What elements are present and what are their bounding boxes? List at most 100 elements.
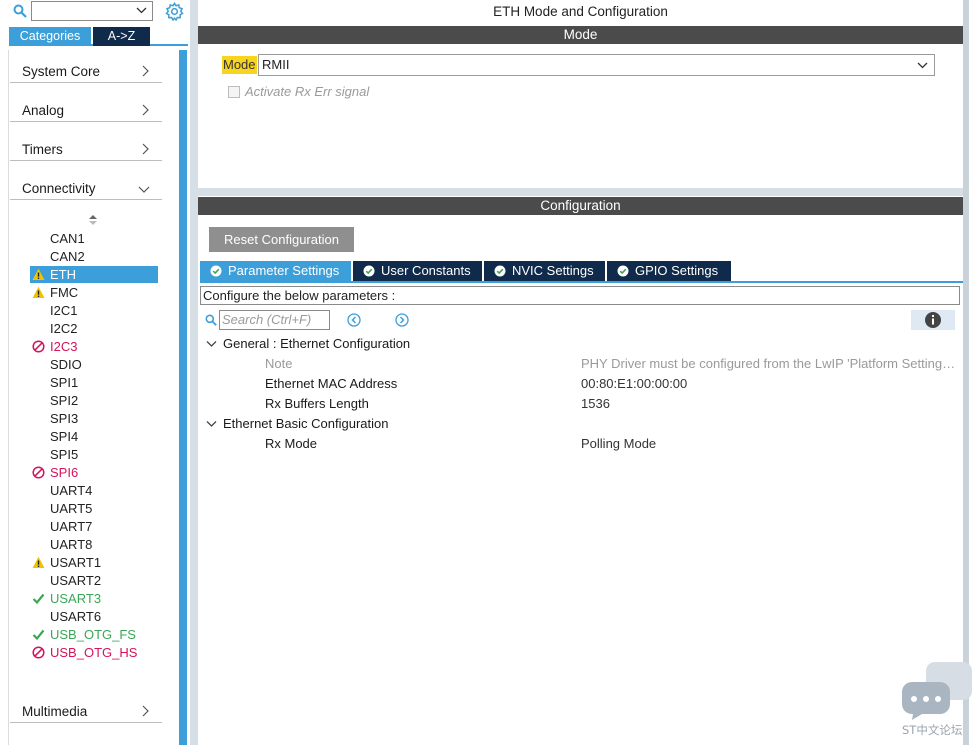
chevron-down-icon bbox=[917, 62, 928, 69]
peripheral-item-spi4[interactable]: SPI4 bbox=[30, 428, 158, 445]
peripheral-name: UART4 bbox=[50, 483, 93, 498]
check-icon bbox=[32, 629, 45, 641]
peripheral-item-can2[interactable]: CAN2 bbox=[30, 248, 158, 265]
peripheral-item-eth[interactable]: ETH bbox=[30, 266, 158, 283]
panel-splitter[interactable] bbox=[190, 0, 198, 745]
peripheral-item-uart5[interactable]: UART5 bbox=[30, 500, 158, 517]
param-name: Ethernet MAC Address bbox=[265, 376, 398, 391]
next-result-icon[interactable] bbox=[395, 313, 409, 327]
mode-section-header: Mode bbox=[198, 26, 963, 44]
rx-err-checkbox[interactable] bbox=[228, 86, 240, 98]
check-circle-icon bbox=[617, 265, 629, 277]
peripheral-item-i2c3[interactable]: I2C3 bbox=[30, 338, 158, 355]
param-value[interactable]: PHY Driver must be configured from the L… bbox=[581, 355, 956, 373]
info-button[interactable] bbox=[911, 310, 955, 330]
category-scrollbar[interactable] bbox=[179, 50, 187, 745]
chevron-down-icon bbox=[206, 421, 217, 427]
peripheral-name: SPI3 bbox=[50, 411, 79, 426]
section-splitter[interactable] bbox=[198, 188, 963, 196]
chevron-down-icon bbox=[138, 186, 150, 193]
param-name: Rx Mode bbox=[265, 436, 318, 451]
view-tab-bar: Categories A->Z bbox=[9, 27, 188, 46]
category-multimedia[interactable]: Multimedia bbox=[10, 701, 162, 723]
peripheral-item-uart7[interactable]: UART7 bbox=[30, 518, 158, 535]
peripheral-name: SPI5 bbox=[50, 447, 79, 462]
tab-parameter-settings[interactable]: Parameter Settings bbox=[200, 261, 351, 281]
peripheral-name: I2C2 bbox=[50, 321, 78, 336]
disabled-icon bbox=[32, 466, 45, 479]
gear-icon[interactable] bbox=[165, 2, 184, 21]
tab-nvic-settings[interactable]: NVIC Settings bbox=[484, 261, 605, 281]
category-analog[interactable]: Analog bbox=[10, 100, 162, 122]
peripheral-item-uart8[interactable]: UART8 bbox=[30, 536, 158, 553]
peripheral-item-usb_otg_hs[interactable]: USB_OTG_HS bbox=[30, 644, 158, 661]
peripheral-name: UART5 bbox=[50, 501, 93, 516]
category-label: Connectivity bbox=[22, 181, 96, 196]
peripheral-item-fmc[interactable]: FMC bbox=[30, 284, 158, 301]
peripheral-name: USB_OTG_HS bbox=[50, 645, 138, 660]
check-circle-icon bbox=[494, 265, 506, 277]
tab-label: Parameter Settings bbox=[228, 263, 340, 278]
previous-result-icon[interactable] bbox=[347, 313, 361, 327]
tab-label: GPIO Settings bbox=[635, 263, 719, 278]
disabled-icon bbox=[32, 340, 45, 353]
info-icon bbox=[925, 312, 941, 328]
chevron-right-icon bbox=[142, 143, 149, 155]
peripheral-item-usart1[interactable]: USART1 bbox=[30, 554, 158, 571]
check-circle-icon bbox=[210, 265, 222, 277]
configuration-section-header: Configuration bbox=[198, 197, 963, 215]
peripheral-item-spi6[interactable]: SPI6 bbox=[30, 464, 158, 481]
parameter-search-input[interactable]: Search (Ctrl+F) bbox=[219, 310, 330, 330]
peripheral-item-sdio[interactable]: SDIO bbox=[30, 356, 158, 373]
peripheral-item-usart2[interactable]: USART2 bbox=[30, 572, 158, 589]
peripheral-item-spi1[interactable]: SPI1 bbox=[30, 374, 158, 391]
param-value[interactable]: 00:80:E1:00:00:00 bbox=[581, 375, 687, 393]
param-value[interactable]: 1536 bbox=[581, 395, 610, 413]
peripheral-item-spi5[interactable]: SPI5 bbox=[30, 446, 158, 463]
tab-label: NVIC Settings bbox=[512, 263, 594, 278]
peripheral-name: SPI4 bbox=[50, 429, 79, 444]
chevron-down-icon bbox=[136, 7, 147, 14]
peripheral-name: USART3 bbox=[50, 591, 102, 606]
tab-gpio-settings[interactable]: GPIO Settings bbox=[607, 261, 731, 281]
search-combo[interactable] bbox=[31, 1, 153, 21]
peripheral-name: SPI2 bbox=[50, 393, 79, 408]
reset-configuration-button[interactable]: Reset Configuration bbox=[209, 227, 354, 252]
tab-categories[interactable]: Categories bbox=[9, 27, 91, 46]
mode-value: RMII bbox=[262, 57, 290, 72]
tab-user-constants[interactable]: User Constants bbox=[353, 261, 482, 281]
peripheral-item-i2c2[interactable]: I2C2 bbox=[30, 320, 158, 337]
config-panel: ETH Mode and Configuration Mode Mode RMI… bbox=[198, 0, 963, 745]
category-system-core[interactable]: System Core bbox=[10, 61, 162, 83]
search-icon[interactable] bbox=[205, 314, 217, 326]
category-label: Analog bbox=[22, 103, 65, 118]
disabled-icon bbox=[32, 646, 45, 659]
peripheral-name: I2C3 bbox=[50, 339, 78, 354]
peripheral-name: SDIO bbox=[50, 357, 82, 372]
peripheral-item-spi2[interactable]: SPI2 bbox=[30, 392, 158, 409]
peripheral-item-can1[interactable]: CAN1 bbox=[30, 230, 158, 247]
param-name: Note bbox=[265, 356, 293, 371]
peripheral-item-uart4[interactable]: UART4 bbox=[30, 482, 158, 499]
mode-select[interactable]: RMII bbox=[258, 54, 935, 76]
peripheral-name: USART1 bbox=[50, 555, 102, 570]
peripheral-name: UART8 bbox=[50, 537, 93, 552]
peripheral-item-i2c1[interactable]: I2C1 bbox=[30, 302, 158, 319]
peripheral-name: UART7 bbox=[50, 519, 93, 534]
search-icon[interactable] bbox=[13, 4, 27, 18]
peripheral-item-usart6[interactable]: USART6 bbox=[30, 608, 158, 625]
category-label: System Core bbox=[22, 64, 101, 79]
peripheral-item-spi3[interactable]: SPI3 bbox=[30, 410, 158, 427]
peripheral-name: CAN1 bbox=[50, 231, 85, 246]
sort-icon[interactable] bbox=[88, 214, 98, 226]
category-connectivity[interactable]: Connectivity bbox=[10, 178, 162, 200]
config-tab-bar: Parameter Settings User Constants NVIC S… bbox=[200, 261, 963, 283]
tab-a-z[interactable]: A->Z bbox=[93, 27, 150, 46]
peripheral-item-usart3[interactable]: USART3 bbox=[30, 590, 158, 607]
chevron-right-icon bbox=[142, 705, 149, 717]
right-edge bbox=[963, 0, 979, 745]
param-value[interactable]: Polling Mode bbox=[581, 435, 656, 453]
peripheral-item-usb_otg_fs[interactable]: USB_OTG_FS bbox=[30, 626, 158, 643]
category-timers[interactable]: Timers bbox=[10, 139, 162, 161]
configure-description: Configure the below parameters : bbox=[200, 286, 960, 305]
